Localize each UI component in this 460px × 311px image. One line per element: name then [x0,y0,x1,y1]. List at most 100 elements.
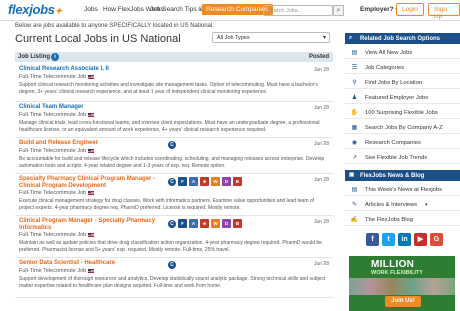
newspaper-icon: ▤ [351,187,358,193]
job-row: Clinical Program Manager - Specialty Pha… [15,216,333,258]
us-flag-icon [88,190,95,195]
signup-button[interactable]: Sign Up [428,3,460,20]
job-type: Full-Time Telecommute Job [19,74,95,80]
job-row: Clinical Research Associate I, II Full-T… [15,64,333,102]
job-title-link[interactable]: Build and Release Engineer [19,140,98,147]
job-description: Manage clinical trials, lead cross-funct… [19,120,320,133]
job-title-link[interactable]: Clinical Research Associate I, II [19,66,109,73]
nav-research-companies[interactable]: Research Companies [202,4,273,15]
twitter-icon[interactable]: t [382,233,395,246]
sidebar-item-flexible-job-trends[interactable]: ↗ See Flexible Job Trends [345,152,460,164]
job-description: Execute clinical management strategy for… [19,198,315,211]
microphone-icon: ✎ [351,202,358,208]
job-title-link[interactable]: Specialty Pharmacy Clinical Program Mana… [19,176,159,190]
sidebar-item-research-companies[interactable]: ◉ Research Companies [345,137,460,149]
award-badge-icon: B [233,177,242,186]
million-work-flexibility-banner[interactable]: MILLION WORK FLEXIBILITY Join Us! [349,256,455,311]
job-date: Jun 28 [313,261,329,267]
search-icon: ⌕ [336,7,341,14]
thumbs-up-icon: ✋ [350,110,359,116]
sidebar-item-this-weeks-news[interactable]: ▤ This Week's News at Flexjobs [345,184,460,196]
linkedin-icon[interactable]: in [398,233,411,246]
award-badge-icon: ★ [200,219,209,228]
google-plus-icon[interactable]: G [430,233,443,246]
sidebar-section-related-search: ⌕ Related Job Search Options [345,33,460,44]
youtube-icon[interactable]: ▶ [414,233,427,246]
job-row: Build and Release Engineer C Full-Time T… [15,138,333,174]
flexjobs-logo[interactable]: flexjobs✦ [8,2,62,17]
trend-chart-icon: ↗ [351,155,358,161]
login-button[interactable]: Login [396,3,424,16]
job-row: Specialty Pharmacy Clinical Program Mana… [15,174,333,216]
award-badge-icon: W [211,177,220,186]
job-date: Jun 28 [313,105,329,111]
sidebar-item-100-surprising-jobs[interactable]: ✋ 100 Surprising Flexible Jobs [345,107,460,119]
sidebar-item-view-all-new-jobs[interactable]: ▤ View All New Jobs [345,47,460,59]
location-notice: Below are jobs available to anyone SPECI… [15,23,214,29]
job-description: Maintain as well as update policies that… [19,240,322,253]
job-title-link[interactable]: Clinical Team Manager [19,104,84,111]
sidebar-item-search-company-a-z[interactable]: ▦ Search Jobs By Company A-Z [345,122,460,134]
search-input[interactable]: Search Jobs... [263,5,333,16]
job-row: Clinical Team Manager Full-Time Telecomm… [15,102,333,138]
job-type: Full-Time Telecommute Job [19,232,95,238]
us-flag-icon [88,112,95,117]
sidebar-item-articles-interviews[interactable]: ✎ Articles & Interviews ▾ [345,199,460,211]
award-badge-icon: A [189,219,198,228]
company-badge-icon: C [168,178,176,186]
company-badge-icon: C [168,220,176,228]
job-title-link[interactable]: Clinical Program Manager - Specialty Pha… [19,218,159,232]
employer-menu[interactable]: Employer? ▾ [360,6,398,13]
job-type: Full-Time Telecommute Job [19,268,95,274]
job-date: Jun 28 [313,177,329,183]
list-icon: ▤ [351,50,358,56]
listing-header: Job Listing i Posted [15,52,333,62]
job-date: Jun 28 [313,219,329,225]
sidebar-section-news-blog: ▣ FlexJobs News & Blog [345,170,460,181]
award-badge-icon: D [222,219,231,228]
chevron-down-icon: ▾ [322,35,326,41]
crowd-image [349,278,455,295]
award-badge-icon: A [189,177,198,186]
join-us-button[interactable]: Join Us! [385,296,421,307]
top-nav-bar: flexjobs✦ Jobs How FlexJobs Works Job Se… [0,0,460,21]
us-flag-icon [88,268,95,273]
job-description: Support clinical research monitoring act… [19,82,318,95]
job-type: Full-Time Telecommute Job [19,190,95,196]
job-type: Full-Time Telecommute Job [19,112,95,118]
job-type: Full-Time Telecommute Job [19,148,95,154]
info-icon[interactable]: i [51,53,59,61]
sidebar-item-featured-employer-jobs[interactable]: ♟ Featured Employer Jobs [345,92,460,104]
chevron-down-icon: ▾ [425,202,428,208]
award-badge-icon: B [233,219,242,228]
job-type-select[interactable]: All Job Types ▾ [212,32,330,43]
sidebar-item-find-jobs-by-location[interactable]: ⚲ Find Jobs By Location [345,77,460,89]
sidebar-item-job-categories[interactable]: ☰ Job Categories [345,62,460,74]
search-button[interactable]: ⌕ [333,5,344,16]
job-date: Jun 28 [313,141,329,147]
sidebar-item-flexjobs-blog[interactable]: ✍ The FlexJobs Blog [345,214,460,226]
us-flag-icon [88,148,95,153]
nav-jobs[interactable]: Jobs [84,6,98,13]
blog-icon: ✍ [350,217,359,223]
us-flag-icon [88,232,95,237]
award-badge-icon: F [178,177,187,186]
page-title: Current Local Jobs in US National [15,33,181,45]
employer-icon: ♟ [351,95,358,101]
job-date: Jun 28 [313,67,329,73]
job-title-link[interactable]: Senior Data Scientist - Healthcare [19,260,115,267]
job-description: Support development of thorough resource… [19,276,326,289]
award-badge-icon: F [178,219,187,228]
company-badge-icon: C [168,141,176,149]
building-icon: ▦ [351,125,358,131]
search-icon: ⌕ [349,35,353,41]
company-badge-icon: C [168,261,176,269]
location-pin-icon: ⚲ [352,80,357,86]
news-icon: ▣ [349,172,355,178]
facebook-icon[interactable]: f [366,233,379,246]
job-description: Be accountable for build and release lif… [19,156,325,169]
award-badge-icon: D [222,177,231,186]
globe-icon: ◉ [351,140,358,146]
award-badge-icon: ★ [200,177,209,186]
list-icon: ☰ [351,65,358,71]
